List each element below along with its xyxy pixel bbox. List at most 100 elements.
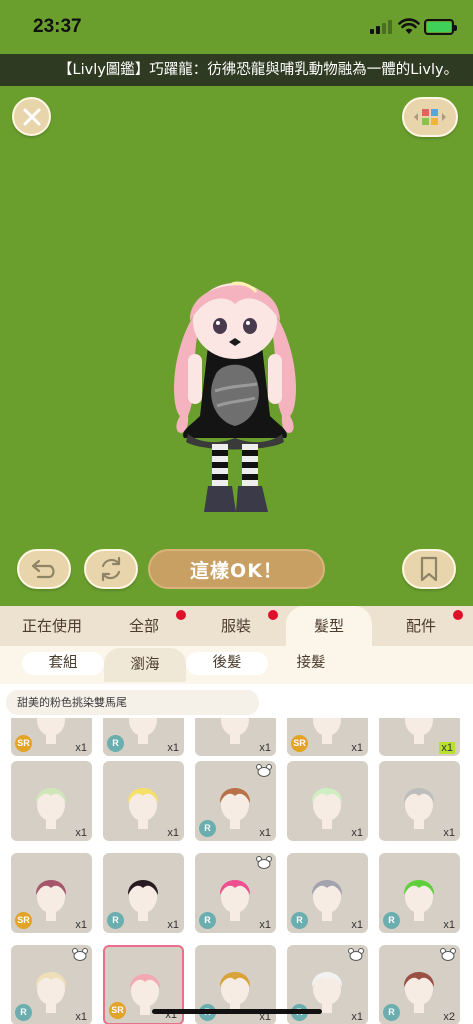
hair-preview-icon bbox=[403, 788, 435, 829]
hair-preview-icon bbox=[403, 880, 435, 921]
rarity-badge: R bbox=[107, 735, 124, 752]
ticker-text: 【Livly圖鑑】巧躍龍：彷彿恐龍與哺乳動物融為一體的Livly。 bbox=[58, 62, 459, 78]
hair-preview-icon bbox=[129, 718, 157, 744]
item-quantity: x1 bbox=[259, 742, 271, 754]
hair-item-card[interactable]: Rx1 bbox=[195, 853, 276, 933]
news-ticker: 【Livly圖鑑】巧躍龍：彷彿恐龍與哺乳動物融為一體的Livly。 bbox=[0, 54, 473, 86]
hair-item-card[interactable]: x1 bbox=[379, 718, 460, 756]
hair-preview-icon bbox=[311, 972, 343, 1013]
status-time: 23:37 bbox=[33, 16, 82, 37]
hair-preview-icon bbox=[35, 880, 67, 921]
item-quantity: x1 bbox=[167, 742, 179, 754]
item-quantity: x1 bbox=[167, 919, 179, 931]
rarity-badge: R bbox=[107, 912, 124, 929]
tab-hairstyle[interactable]: 髮型 bbox=[286, 606, 372, 646]
hair-item-card[interactable]: x1 bbox=[195, 718, 276, 756]
hair-preview-icon bbox=[35, 972, 67, 1013]
status-bar: 23:37 bbox=[0, 0, 473, 54]
hair-item-card[interactable]: Rx1 bbox=[103, 718, 184, 756]
item-quantity: x1 bbox=[259, 919, 271, 931]
home-indicator[interactable] bbox=[152, 1009, 322, 1014]
refresh-icon bbox=[101, 556, 121, 582]
bear-badge-icon bbox=[348, 948, 364, 961]
bear-badge-icon bbox=[72, 948, 88, 961]
notification-dot bbox=[268, 610, 278, 620]
save-bookmark-button[interactable] bbox=[402, 549, 456, 589]
hair-preview-icon bbox=[221, 718, 249, 744]
hair-preview-icon bbox=[219, 880, 251, 921]
item-quantity: x1 bbox=[167, 827, 179, 839]
battery-icon bbox=[424, 19, 457, 35]
item-quantity: x1 bbox=[443, 919, 455, 931]
hair-preview-icon bbox=[405, 718, 433, 744]
rarity-badge: R bbox=[383, 912, 400, 929]
hair-item-card[interactable]: Rx1 bbox=[195, 761, 276, 841]
hair-item-card[interactable]: SR x1 bbox=[11, 853, 92, 933]
notification-dot bbox=[453, 610, 463, 620]
rarity-badge: R bbox=[15, 1004, 32, 1021]
subtab-bangs[interactable]: 瀏海 bbox=[104, 648, 186, 682]
undo-button[interactable] bbox=[17, 549, 71, 589]
tab-label: 服裝 bbox=[220, 617, 251, 635]
close-button[interactable] bbox=[12, 97, 51, 136]
rarity-badge: SR bbox=[15, 912, 32, 929]
hair-preview-icon bbox=[37, 718, 65, 744]
tab-all[interactable]: 全部 bbox=[108, 606, 186, 646]
preview-stage: 這樣OK！ bbox=[0, 86, 473, 606]
hair-item-card[interactable]: x1 bbox=[379, 761, 460, 841]
hair-item-card[interactable]: SR x1 bbox=[11, 718, 92, 756]
wifi-icon bbox=[398, 18, 420, 34]
bear-badge-icon bbox=[256, 764, 272, 777]
hair-preview-icon bbox=[403, 972, 435, 1013]
tab-label: 配件 bbox=[405, 617, 436, 635]
hair-item-card[interactable]: Rx1 bbox=[379, 853, 460, 933]
item-quantity: x1 bbox=[351, 742, 363, 754]
hair-preview-icon bbox=[313, 718, 341, 744]
hair-item-card[interactable]: x1 bbox=[287, 761, 368, 841]
item-quantity: x1 bbox=[443, 827, 455, 839]
hair-item-card[interactable]: Rx1 bbox=[103, 853, 184, 933]
hair-item-card[interactable]: Rx1 bbox=[287, 853, 368, 933]
subtab-back-hair[interactable]: 後髮 bbox=[186, 652, 268, 675]
livly-avatar bbox=[174, 281, 296, 512]
undo-icon bbox=[31, 559, 55, 579]
item-quantity: x1 bbox=[351, 919, 363, 931]
tab-label: 全部 bbox=[128, 617, 159, 635]
hair-preview-icon bbox=[311, 880, 343, 921]
subtab-extension[interactable]: 接髮 bbox=[270, 652, 352, 675]
notification-dot bbox=[176, 610, 186, 620]
subtab-set[interactable]: 套組 bbox=[22, 652, 104, 675]
tab-in-use[interactable]: 正在使用 bbox=[8, 606, 96, 646]
rarity-badge: R bbox=[199, 912, 216, 929]
hair-preview-icon bbox=[311, 788, 343, 829]
item-quantity: x2 bbox=[443, 1011, 455, 1023]
item-quantity: x1 bbox=[351, 827, 363, 839]
item-quantity: x1 bbox=[75, 742, 87, 754]
bookmark-icon bbox=[420, 556, 438, 582]
item-quantity: x1 bbox=[75, 919, 87, 931]
reset-button[interactable] bbox=[84, 549, 138, 589]
hair-preview-icon bbox=[127, 880, 159, 921]
hair-item-card[interactable]: x1 bbox=[103, 761, 184, 841]
item-grid: SR x1 Rx1 x1 SR x1 x1 x1 x1 Rx1 x1 x1 SR x1 Rx1 Rx1 Rx1 R… bbox=[0, 718, 473, 1024]
tab-accessories[interactable]: 配件 bbox=[384, 606, 463, 646]
rarity-badge: SR bbox=[109, 1002, 126, 1019]
close-icon bbox=[23, 108, 40, 125]
hair-preview-icon bbox=[219, 972, 251, 1013]
rarity-badge: SR bbox=[291, 735, 308, 752]
confirm-ok-button[interactable]: 這樣OK！ bbox=[148, 549, 325, 589]
layout-toggle-button[interactable] bbox=[402, 97, 458, 137]
tab-label: 髮型 bbox=[313, 617, 344, 635]
item-quantity: x1 bbox=[351, 1011, 363, 1023]
rarity-badge: R bbox=[199, 820, 216, 837]
rarity-badge: SR bbox=[15, 735, 32, 752]
item-panel: 甜美的粉色挑染雙馬尾 SR x1 Rx1 x1 SR x1 x1 x1 x1 Rx1 x1 x1 SR x… bbox=[0, 684, 473, 1024]
hair-item-card[interactable]: SR x1 bbox=[287, 718, 368, 756]
item-quantity: x1 bbox=[439, 742, 455, 754]
tab-clothing[interactable]: 服裝 bbox=[200, 606, 278, 646]
grid-layout-icon bbox=[414, 109, 446, 125]
item-quantity: x1 bbox=[75, 827, 87, 839]
hair-item-card[interactable]: Rx2 bbox=[379, 945, 460, 1024]
hair-item-card[interactable]: Rx1 bbox=[11, 945, 92, 1024]
hair-item-card[interactable]: x1 bbox=[11, 761, 92, 841]
